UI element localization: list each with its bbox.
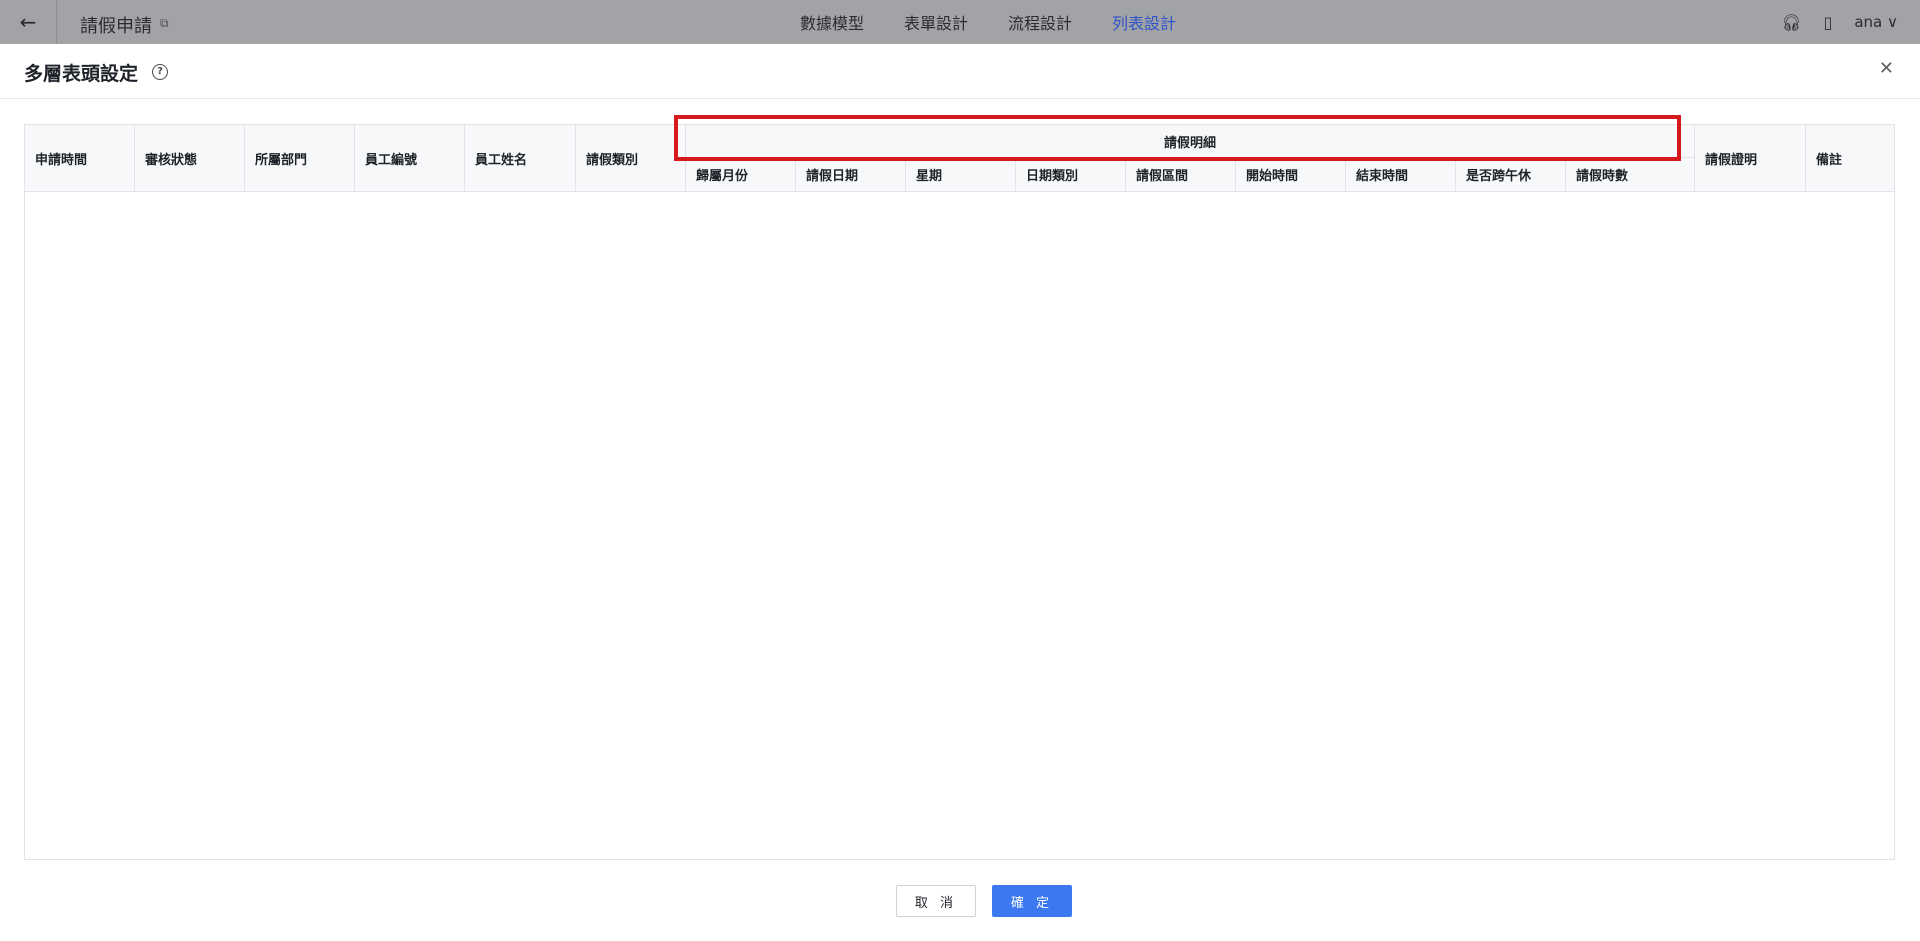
headset-icon[interactable]: 🎧︎ [1781, 13, 1801, 32]
header-table: 申請時間 審核狀態 所屬部門 員工編號 員工姓名 請假類別 請假明細 歸屬月份 … [24, 124, 1895, 860]
sub-column-header[interactable]: 請假日期 [796, 158, 906, 191]
group-header[interactable]: 請假明細 [686, 125, 1695, 158]
user-menu[interactable]: ana ∨ [1854, 13, 1898, 31]
multi-header-modal: 多層表頭設定 ? ✕ 申請時間 審核狀態 所屬部門 員工編號 員工姓名 請假類別… [0, 44, 1920, 941]
sub-column-header[interactable]: 請假區間 [1126, 158, 1236, 191]
close-icon[interactable]: ✕ [1879, 58, 1894, 79]
top-bar: ← 請假申請 ⧉ 數據模型 表單設計 流程設計 列表設計 🎧︎ ▯ ana ∨ [0, 0, 1920, 44]
user-name: ana [1854, 13, 1883, 31]
app-title: 請假申請 [80, 16, 152, 37]
top-right-tools: 🎧︎ ▯ ana ∨ [1781, 0, 1898, 44]
column-header[interactable]: 申請時間 [25, 125, 135, 191]
column-header[interactable]: 備註 [1806, 125, 1894, 191]
sub-column-header[interactable]: 日期類別 [1016, 158, 1126, 191]
modal-title: 多層表頭設定 [24, 63, 139, 85]
nav-data-model[interactable]: 數據模型 [800, 10, 864, 34]
confirm-button[interactable]: 確 定 [992, 885, 1072, 917]
arrow-left-icon: ← [19, 10, 37, 34]
sub-column-header[interactable]: 結束時間 [1346, 158, 1456, 191]
column-header[interactable]: 員工編號 [355, 125, 465, 191]
back-button[interactable]: ← [0, 0, 57, 44]
modal-header: 多層表頭設定 ? ✕ [0, 44, 1920, 99]
table-header: 申請時間 審核狀態 所屬部門 員工編號 員工姓名 請假類別 請假明細 歸屬月份 … [25, 125, 1894, 192]
nav-list-design[interactable]: 列表設計 [1112, 10, 1176, 34]
sub-column-header[interactable]: 是否跨午休 [1456, 158, 1566, 191]
column-header[interactable]: 審核狀態 [135, 125, 245, 191]
sub-column-header[interactable]: 星期 [906, 158, 1016, 191]
nav-form-design[interactable]: 表單設計 [904, 10, 968, 34]
sub-column-header[interactable]: 歸屬月份 [686, 158, 796, 191]
question-circle-icon[interactable]: ? [152, 64, 168, 80]
chevron-down-icon: ∨ [1887, 13, 1898, 31]
external-link-icon[interactable]: ⧉ [160, 16, 169, 31]
column-header[interactable]: 請假證明 [1695, 125, 1806, 191]
sub-column-header[interactable]: 開始時間 [1236, 158, 1346, 191]
column-header[interactable]: 員工姓名 [465, 125, 576, 191]
nav-flow-design[interactable]: 流程設計 [1008, 10, 1072, 34]
sub-column-header[interactable]: 請假時數 [1566, 158, 1695, 191]
column-header[interactable]: 請假類別 [576, 125, 686, 191]
cancel-button[interactable]: 取 消 [896, 885, 976, 917]
document-icon[interactable]: ▯ [1824, 13, 1833, 32]
top-nav: 數據模型 表單設計 流程設計 列表設計 [800, 0, 1176, 44]
column-header[interactable]: 所屬部門 [245, 125, 355, 191]
